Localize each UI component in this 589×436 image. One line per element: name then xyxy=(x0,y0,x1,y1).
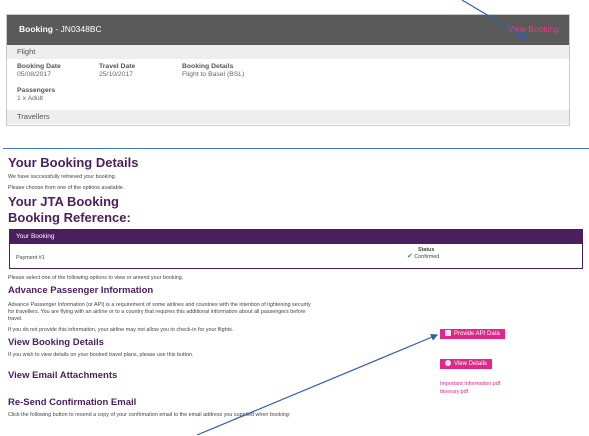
booking-details-value: Flight to Basel (BSL) xyxy=(182,71,245,78)
page-title: Your Booking Details xyxy=(8,155,139,170)
check-icon: ✔ xyxy=(407,253,413,260)
booking-ref: - JN0348BC xyxy=(53,24,102,34)
booking-header: Booking - JN0348BC View Booking xyxy=(7,15,569,45)
booking-summary-panel: Booking - JN0348BC View Booking Flight B… xyxy=(6,14,570,126)
choose-text: Please choose from one of the options av… xyxy=(8,185,125,191)
retrieved-text: We have successfully retrieved your book… xyxy=(8,174,117,180)
search-icon xyxy=(445,360,451,366)
flight-heading: Flight xyxy=(17,47,36,56)
booking-reference-title: Booking Reference: xyxy=(8,210,131,225)
attachment-itinerary[interactable]: Itinerary.pdf xyxy=(440,389,468,395)
view-details-label: View Details xyxy=(454,361,487,367)
api-desc-line2: for travellers. You are flying with an a… xyxy=(8,309,306,315)
api-warning: If you do not provide this information, … xyxy=(8,327,234,333)
status-value: ✔ Confirmed xyxy=(407,253,440,261)
view-details-desc: If you wish to view details on your book… xyxy=(8,352,194,358)
card-title: Your Booking xyxy=(16,233,55,240)
passengers-value: 1 x Adult xyxy=(17,95,44,102)
api-title: Advance Passenger Information xyxy=(8,285,154,296)
booking-details-page: Your Booking Details We have successfull… xyxy=(3,148,589,436)
booking-date-field: Booking Date 05/08/2017 xyxy=(17,63,61,79)
booking-title: Booking - JN0348BC xyxy=(19,24,102,34)
payment-label: Payment #1 xyxy=(16,255,45,261)
attachments-title: View Email Attachments xyxy=(8,370,118,381)
provide-api-label: Provide API Data xyxy=(454,331,500,337)
flight-section-bar: Flight xyxy=(7,45,569,59)
booking-date-value: 05/08/2017 xyxy=(17,71,52,78)
status-text: Confirmed xyxy=(414,254,440,260)
view-details-title: View Booking Details xyxy=(8,337,104,348)
status-label: Status xyxy=(418,247,435,253)
travellers-section-bar: Travellers xyxy=(7,110,569,124)
passengers-field: Passengers 1 x Adult xyxy=(17,87,55,103)
travel-date-value: 25/10/2017 xyxy=(99,71,134,78)
passengers-label: Passengers xyxy=(17,87,56,94)
card-header: Your Booking xyxy=(10,230,582,244)
provide-api-button[interactable]: Provide API Data xyxy=(440,329,505,339)
travel-date-field: Travel Date 25/10/2017 xyxy=(99,63,135,79)
api-desc-line3: travel. xyxy=(8,316,23,322)
booking-date-label: Booking Date xyxy=(17,63,61,70)
jta-title: Your JTA Booking xyxy=(8,194,119,209)
resend-desc: Click the following button to resend a c… xyxy=(8,412,291,418)
booking-details-label: Booking Details xyxy=(182,63,234,70)
view-details-button[interactable]: View Details xyxy=(440,359,492,369)
select-text: Please select one of the following optio… xyxy=(8,275,184,281)
document-icon xyxy=(445,330,451,336)
booking-details-field: Booking Details Flight to Basel (BSL) xyxy=(182,63,244,79)
api-desc-line1: Advance Passenger Information (or API) i… xyxy=(8,302,311,308)
view-booking-link[interactable]: View Booking xyxy=(508,24,559,34)
travellers-heading: Travellers xyxy=(17,112,50,121)
your-booking-card: Your Booking Payment #1 Status ✔ Confirm… xyxy=(9,229,583,269)
attachment-important-info[interactable]: Important Information.pdf xyxy=(440,381,500,387)
travel-date-label: Travel Date xyxy=(99,63,136,70)
booking-label: Booking xyxy=(19,24,53,34)
resend-title: Re-Send Confirmation Email xyxy=(8,397,137,408)
